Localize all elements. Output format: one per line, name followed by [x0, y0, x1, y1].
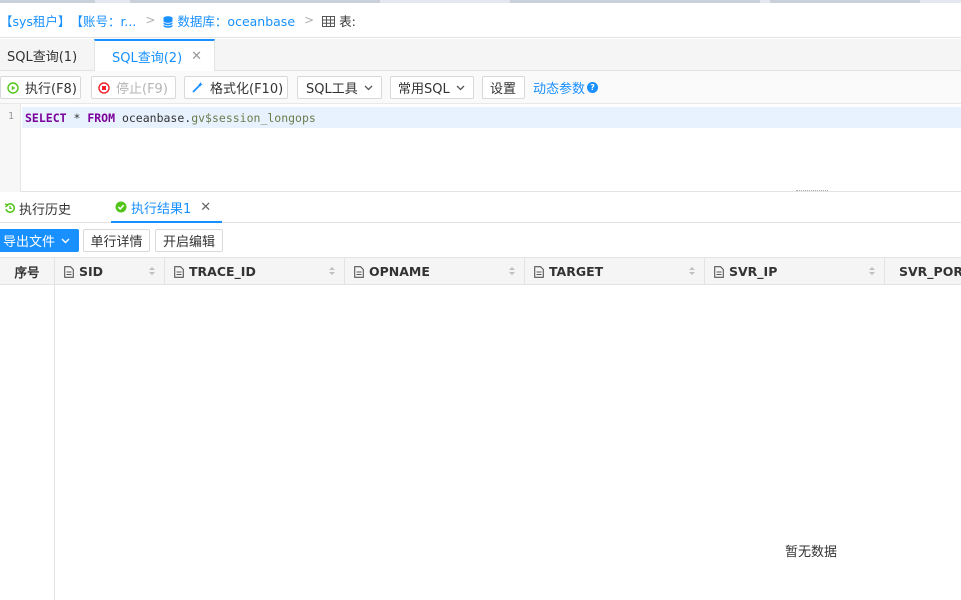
common-sql-label: 常用SQL	[398, 82, 450, 97]
line-number: 1	[8, 111, 15, 122]
code-line[interactable]: SELECT * FROM oceanbase. gv$session_longo…	[22, 107, 961, 128]
database-icon	[163, 15, 174, 28]
tab-label: SQL查询(2)	[112, 51, 183, 66]
table-icon	[322, 15, 336, 27]
chevron-right-icon: >	[145, 13, 156, 27]
result-tab-bar: 执行历史 执行结果1 ✕	[0, 193, 961, 223]
column-header-target[interactable]: TARGET	[525, 258, 705, 285]
tab-label: SQL查询(1)	[7, 49, 78, 65]
check-circle-icon	[115, 201, 127, 213]
tab-label: 执行结果1	[131, 201, 192, 217]
sql-tools-label: SQL工具	[306, 82, 358, 97]
result-grid: 序号 SID TRACE_ID OPNAME TARGET SVR_IP SVR…	[0, 257, 961, 600]
breadcrumb-table[interactable]: 表:	[322, 11, 356, 30]
file-icon	[534, 265, 544, 278]
column-header-svr-ip[interactable]: SVR_IP	[705, 258, 885, 285]
execute-label: 执行(F8)	[25, 82, 77, 97]
file-icon	[714, 265, 724, 278]
column-header-svr-port[interactable]: SVR_PORT	[885, 258, 961, 285]
breadcrumb-tenant[interactable]: 【sys租户】	[0, 11, 70, 30]
tab-sql-query-2[interactable]: SQL查询(2) ✕	[94, 39, 215, 72]
token-star: *	[66, 110, 88, 125]
breadcrumb: 【sys租户】 【账号：r... > 数据库：oceanbase > 表:	[0, 3, 961, 38]
token-table: gv$session_longops	[191, 110, 316, 125]
breadcrumb-database[interactable]: 数据库：oceanbase	[163, 11, 295, 30]
chevron-right-icon: >	[304, 13, 315, 27]
stop-button[interactable]: 停止(F9)	[91, 76, 176, 99]
close-icon[interactable]: ✕	[200, 200, 211, 215]
row-detail-label: 单行详情	[90, 235, 143, 250]
tab-sql-query-1[interactable]: SQL查询(1)	[0, 39, 93, 71]
enable-edit-button[interactable]: 开启编辑	[155, 229, 223, 252]
chevron-down-icon	[61, 238, 70, 243]
export-label: 导出文件	[3, 235, 56, 250]
stop-label: 停止(F9)	[116, 82, 168, 97]
sort-icon[interactable]	[688, 265, 696, 277]
play-icon	[7, 81, 19, 94]
editor-gutter: 1	[0, 104, 21, 192]
history-icon	[4, 203, 16, 213]
column-label: 序号	[14, 265, 40, 280]
breadcrumb-account[interactable]: 【账号：r...	[70, 11, 136, 30]
keyword-from: FROM	[87, 110, 116, 125]
common-sql-dropdown[interactable]: 常用SQL	[390, 76, 474, 99]
file-icon	[174, 265, 184, 278]
column-header-sid[interactable]: SID	[55, 258, 165, 285]
row-number-column	[0, 285, 55, 600]
export-file-button[interactable]: 导出文件	[0, 229, 79, 252]
chevron-down-icon	[364, 85, 373, 90]
chevron-down-icon	[456, 85, 465, 90]
sort-icon[interactable]	[328, 265, 336, 277]
keyword-select: SELECT	[25, 110, 67, 125]
tab-execution-history[interactable]: 执行历史	[4, 193, 71, 223]
magic-wand-icon	[192, 82, 203, 93]
dynamic-params-label: 动态参数	[533, 82, 586, 97]
column-label: OPNAME	[369, 264, 430, 279]
column-label: SVR_IP	[729, 264, 778, 279]
token-schema: oceanbase.	[115, 110, 192, 125]
sql-editor[interactable]: 1 SELECT * FROM oceanbase. gv$session_lon…	[0, 104, 961, 194]
column-header-trace-id[interactable]: TRACE_ID	[165, 258, 345, 285]
file-icon	[354, 265, 364, 278]
column-header-rownum: 序号	[0, 258, 55, 285]
format-label: 格式化(F10)	[210, 82, 284, 97]
sort-icon[interactable]	[508, 265, 516, 277]
stop-icon	[98, 81, 110, 94]
sql-toolbar: 执行(F8) 停止(F9) 格式化(F10) SQL工具 常用SQL 设置 动态…	[0, 71, 961, 104]
breadcrumb-database-label: 数据库：oceanbase	[177, 13, 296, 29]
column-label: SVR_PORT	[899, 264, 961, 279]
column-label: TRACE_ID	[189, 264, 256, 279]
file-icon	[64, 265, 74, 278]
settings-label: 设置	[490, 82, 517, 97]
settings-button[interactable]: 设置	[482, 76, 525, 99]
result-toolbar: 导出文件 单行详情 开启编辑	[0, 224, 961, 257]
sort-icon[interactable]	[868, 265, 876, 277]
help-icon[interactable]: ?	[587, 82, 599, 93]
row-detail-button[interactable]: 单行详情	[83, 229, 150, 252]
column-header-opname[interactable]: OPNAME	[345, 258, 525, 285]
tab-label: 执行历史	[19, 202, 72, 218]
format-button[interactable]: 格式化(F10)	[184, 76, 288, 99]
tab-execution-result-1[interactable]: 执行结果1 ✕	[111, 193, 222, 223]
column-label: SID	[79, 264, 104, 279]
query-tab-bar: SQL查询(1) SQL查询(2) ✕	[0, 39, 961, 72]
enable-edit-label: 开启编辑	[162, 235, 215, 250]
sql-tools-dropdown[interactable]: SQL工具	[297, 76, 382, 99]
execute-button[interactable]: 执行(F8)	[0, 76, 81, 99]
grid-header: 序号 SID TRACE_ID OPNAME TARGET SVR_IP SVR…	[0, 257, 961, 285]
empty-state-text: 暂无数据	[785, 545, 838, 560]
breadcrumb-table-label: 表:	[339, 13, 356, 29]
close-icon[interactable]: ✕	[191, 49, 202, 64]
column-label: TARGET	[549, 264, 604, 279]
dynamic-params-link[interactable]: 动态参数 ?	[533, 76, 599, 99]
sort-icon[interactable]	[148, 265, 156, 277]
